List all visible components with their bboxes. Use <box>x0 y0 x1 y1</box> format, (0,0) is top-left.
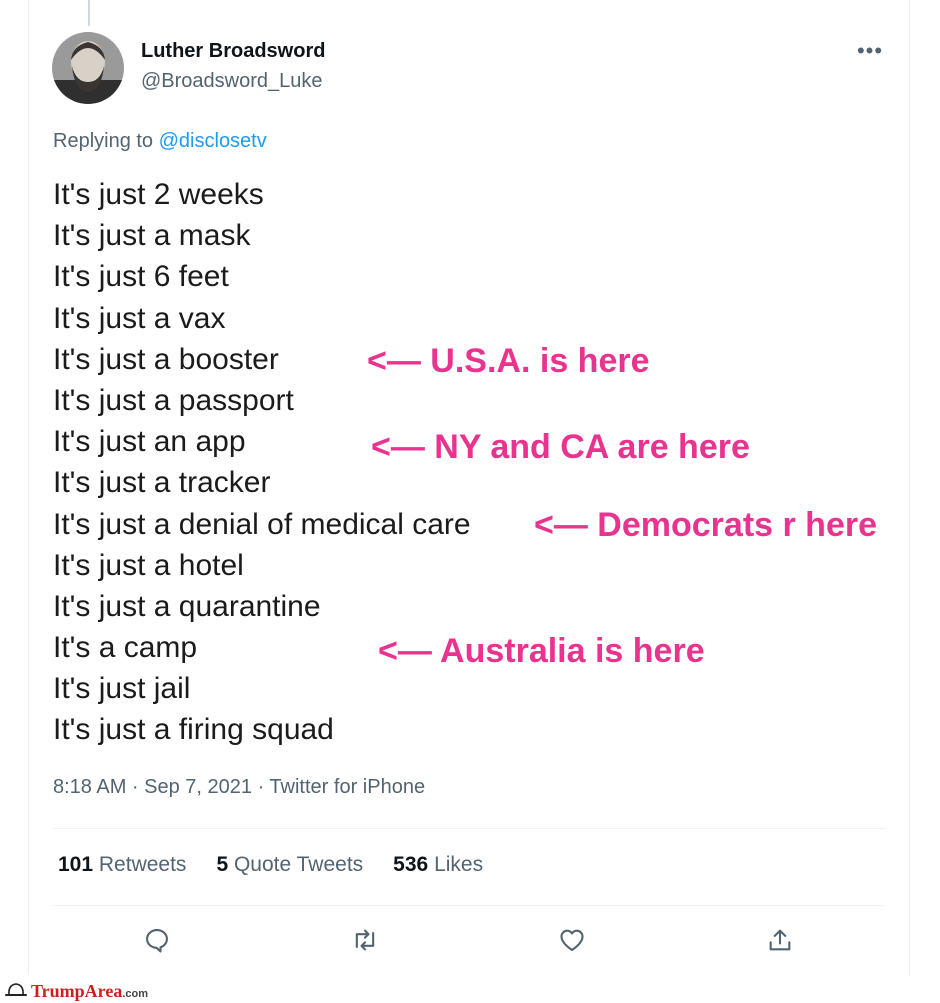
divider <box>53 828 885 829</box>
watermark-brand-text: TrumpArea <box>31 980 123 1001</box>
engagement-stats: 101 Retweets 5 Quote Tweets 536 Likes <box>58 853 483 877</box>
retweet-button[interactable] <box>343 918 387 962</box>
tweet-line: It's just a firing squad <box>53 713 334 747</box>
tweet-line: It's just 2 weeks <box>53 178 264 211</box>
annotation-democrats: <— Democrats r here <box>534 506 877 544</box>
retweets-count: 101 <box>58 853 94 876</box>
thread-connector-line <box>88 0 90 26</box>
replying-mention-link[interactable]: @disclosetv <box>159 130 267 152</box>
tweet-line: It's just a hotel <box>53 548 244 582</box>
tweet-line: It's just 6 feet <box>53 260 229 294</box>
annotation-australia: <— Australia is here <box>378 632 705 670</box>
likes-label: Likes <box>434 853 484 876</box>
reply-icon <box>146 929 168 953</box>
replying-to: Replying to @disclosetv <box>53 130 267 153</box>
divider <box>53 905 885 906</box>
more-options-icon[interactable]: ••• <box>852 36 888 66</box>
tweet-line: It's just a mask <box>53 219 251 253</box>
like-icon <box>560 929 584 951</box>
quote-tweets-stat[interactable]: 5 Quote Tweets <box>216 853 363 877</box>
replying-prefix: Replying to <box>53 130 154 152</box>
annotation-usa: <— U.S.A. is here <box>367 342 650 380</box>
reply-button[interactable] <box>135 918 179 962</box>
tweet-line: It's just jail <box>53 672 191 706</box>
tweet-line: It's just a quarantine <box>53 589 321 623</box>
tweet-line: It's just a vax <box>53 301 226 335</box>
retweets-label: Retweets <box>98 853 187 876</box>
tweet-timestamp[interactable]: 8:18 AM · Sep 7, 2021 · Twitter for iPho… <box>53 776 425 799</box>
author-handle[interactable]: @Broadsword_Luke <box>141 70 323 93</box>
avatar-photo <box>52 32 124 104</box>
quote-tweets-label: Quote Tweets <box>233 853 364 876</box>
retweet-icon <box>355 929 375 951</box>
tweet-line: It's just a passport <box>53 383 294 417</box>
likes-count: 536 <box>393 853 429 876</box>
tweet-line: It's just a tracker <box>53 466 271 500</box>
action-bar <box>53 918 885 962</box>
watermark: TrumpArea.com <box>4 980 148 1002</box>
watermark-suffix: .com <box>122 987 149 1000</box>
share-button[interactable] <box>758 918 802 962</box>
retweets-stat[interactable]: 101 Retweets <box>58 853 186 877</box>
quote-tweets-count: 5 <box>216 853 229 876</box>
like-button[interactable] <box>550 918 594 962</box>
share-icon <box>769 929 791 951</box>
tweet-line: It's just a denial of medical care <box>53 507 471 541</box>
likes-stat[interactable]: 536 Likes <box>393 853 483 877</box>
annotation-ny-ca: <— NY and CA are here <box>371 428 750 466</box>
author-name[interactable]: Luther Broadsword <box>141 40 325 63</box>
avatar[interactable] <box>52 32 124 104</box>
hat-icon <box>5 983 27 996</box>
watermark-brand: TrumpArea.com <box>31 981 148 1002</box>
